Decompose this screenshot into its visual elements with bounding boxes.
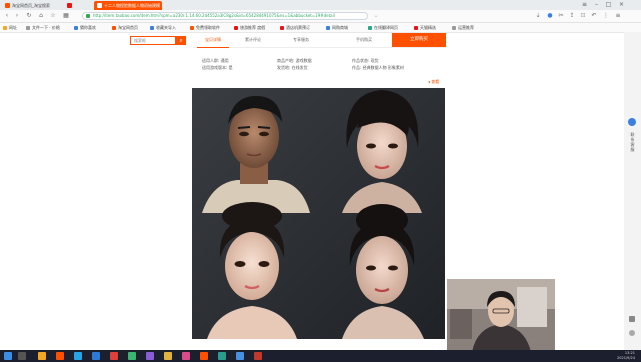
- system-clock[interactable]: 13:21 2021/9/24: [617, 351, 635, 361]
- bookmark-icon: [3, 25, 7, 30]
- taskbar: 13:21 2021/9/24: [0, 350, 641, 362]
- spec-item: 发货地: 在线发货: [277, 65, 308, 70]
- app-icon[interactable]: [200, 352, 208, 360]
- forward-icon[interactable]: ›: [13, 12, 21, 20]
- bookmark-item[interactable]: 酒店机票预订: [280, 24, 310, 31]
- star-icon[interactable]: ☆: [49, 12, 57, 20]
- spec-item: 作品状态: 现货: [352, 58, 379, 63]
- bookmark-item[interactable]: 猜你喜欢: [74, 24, 96, 31]
- browser-tab-active[interactable]: 十二人物捏脸数据人物初始建模: [94, 1, 162, 10]
- bookmark-item[interactable]: 网址: [3, 24, 17, 31]
- browser-tab[interactable]: 淘宝网首页_淘宝搜索: [2, 1, 62, 10]
- sidebar-label[interactable]: 联系客服: [630, 132, 635, 152]
- shop-search-input[interactable]: 搜索框: [130, 36, 176, 45]
- taobao-icon: [5, 3, 10, 8]
- spec-item: 适用游戏版本: 是: [202, 65, 233, 70]
- bookmark-item[interactable]: 旅游推荐 度假: [234, 24, 265, 31]
- url-input[interactable]: http://item.taobao.com/item.htm?spm=a230…: [82, 12, 368, 20]
- site-icon: [67, 3, 72, 8]
- bookmark-icon: [74, 25, 78, 30]
- start-icon[interactable]: [4, 352, 12, 360]
- menu-icon[interactable]: ≡: [580, 1, 589, 8]
- bookmarks-bar: 网址 文件一下 · 价格 猜你喜欢 淘宝网首页 收藏夹导入 免费领取软件 旅游推…: [0, 23, 641, 33]
- bookmark-item[interactable]: 文件一下 · 价格: [26, 24, 60, 31]
- undo-icon[interactable]: ↶: [590, 12, 598, 20]
- character-faces-image: [192, 88, 445, 339]
- bookmark-icon: [190, 25, 194, 30]
- app-icon[interactable]: [254, 352, 262, 360]
- spec-item: 商品产地: 游戏数据: [277, 58, 312, 63]
- tab-service[interactable]: 专享服务: [285, 33, 317, 47]
- view-more-link[interactable]: ◂ 查看: [428, 79, 439, 85]
- bookmark-icon: [326, 25, 330, 30]
- app-icon[interactable]: [182, 352, 190, 360]
- app-icon[interactable]: [74, 352, 82, 360]
- dropdown-icon[interactable]: ⌄: [372, 12, 380, 20]
- refresh-icon[interactable]: ↻: [25, 12, 33, 20]
- bookmark-icon: [452, 25, 456, 30]
- bookmark-item[interactable]: 免费领取软件: [190, 24, 220, 31]
- tab-detail[interactable]: 宝贝详情: [197, 33, 229, 48]
- home-icon[interactable]: ⌂: [37, 12, 45, 20]
- bookmark-item[interactable]: 天猫精选: [414, 24, 436, 31]
- bookmark-icon: [280, 25, 284, 30]
- bookmark-icon: [414, 25, 418, 30]
- webcam-image: [447, 279, 555, 352]
- maximize-icon[interactable]: □: [604, 1, 613, 8]
- bookmark-item[interactable]: 在线翻译网页: [368, 24, 398, 31]
- buy-now-button[interactable]: 立即购买: [392, 33, 446, 47]
- back-icon[interactable]: ‹: [3, 12, 11, 20]
- edit-icon[interactable]: [629, 316, 635, 322]
- lock-icon: [86, 14, 90, 18]
- spec-item: 作品: 经典数据人物 形象素材: [352, 65, 404, 70]
- screenshot-icon[interactable]: ⊡: [579, 12, 587, 20]
- bookmark-icon: [112, 25, 116, 30]
- browser-tab-bar: 淘宝网首页_淘宝搜索 十二人物捏脸数据人物初始建模 ≡ – □ ×: [0, 0, 641, 10]
- right-sidebar: 联系客服: [624, 32, 641, 350]
- bookmark-item[interactable]: 运营推荐: [452, 24, 474, 31]
- search-icon[interactable]: [18, 352, 26, 360]
- minimize-icon[interactable]: –: [592, 1, 601, 8]
- browser-tab[interactable]: [64, 1, 92, 10]
- folder-icon[interactable]: [38, 352, 46, 360]
- chat-icon[interactable]: [628, 118, 636, 126]
- browser-icon[interactable]: [92, 352, 100, 360]
- webcam-overlay: [447, 279, 555, 352]
- bookmark-icon: [368, 25, 372, 30]
- search-icon[interactable]: ⌕: [176, 36, 186, 45]
- close-icon[interactable]: ×: [617, 1, 626, 8]
- share-icon[interactable]: ⇪: [568, 12, 576, 20]
- spec-item: 适用人群: 通用: [202, 58, 229, 63]
- taobao-icon: [97, 3, 102, 8]
- bookmark-icon: [26, 25, 30, 30]
- app-icon[interactable]: [128, 352, 136, 360]
- download-icon[interactable]: ⇣: [534, 12, 542, 20]
- account-icon[interactable]: ●: [546, 12, 554, 20]
- tab-mobile[interactable]: 手机购买: [348, 33, 380, 47]
- app-icon[interactable]: [146, 352, 154, 360]
- bookmark-icon: [234, 25, 238, 30]
- bookmark-icon: [150, 25, 154, 30]
- product-image: [192, 88, 445, 339]
- scroll-top-icon[interactable]: [629, 330, 635, 336]
- app-icon[interactable]: [110, 352, 118, 360]
- grid-icon[interactable]: ▦: [62, 12, 70, 20]
- settings-icon[interactable]: ⋮: [602, 12, 610, 20]
- app-icon[interactable]: [56, 352, 64, 360]
- more-icon[interactable]: ≡: [614, 12, 622, 20]
- app-icon[interactable]: [236, 352, 244, 360]
- app-icon[interactable]: [218, 352, 226, 360]
- bookmark-item[interactable]: 收藏夹导入: [150, 24, 176, 31]
- extension-icon[interactable]: ✂: [557, 12, 565, 20]
- app-icon[interactable]: [164, 352, 172, 360]
- address-toolbar: ‹ › ↻ ⌂ ☆ ▦ http://item.taobao.com/item.…: [0, 10, 641, 23]
- bookmark-item[interactable]: 淘宝网首页: [112, 24, 138, 31]
- tab-reviews[interactable]: 累计评论: [237, 33, 269, 47]
- bookmark-item[interactable]: 网购商城: [326, 24, 348, 31]
